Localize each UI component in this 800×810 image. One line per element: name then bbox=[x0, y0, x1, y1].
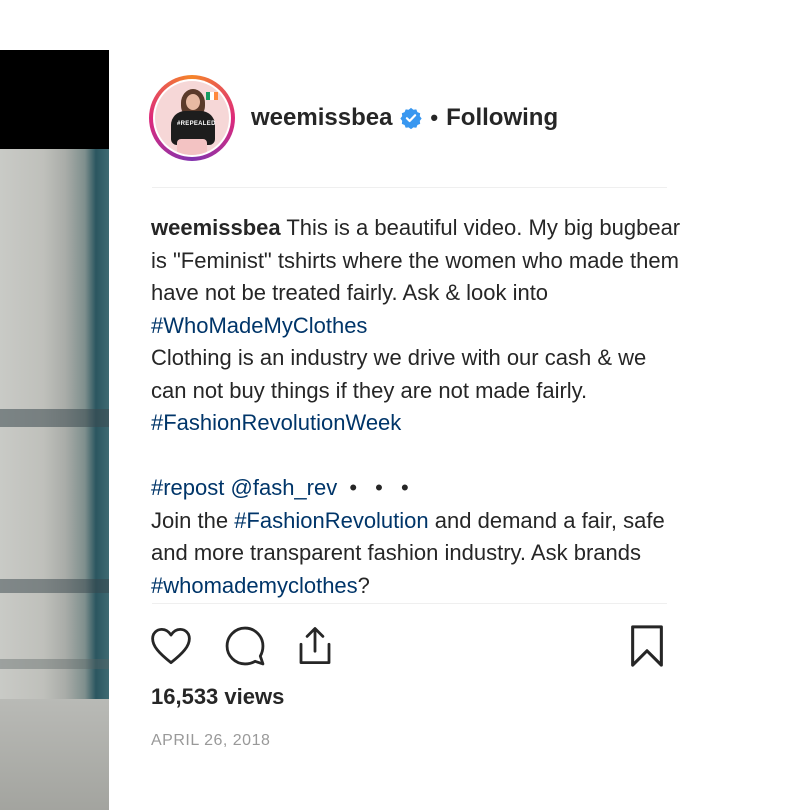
separator-dot: • bbox=[430, 105, 439, 130]
avatar-image: #REPEALED bbox=[155, 81, 229, 155]
caption-username-link[interactable]: weemissbea bbox=[151, 215, 281, 240]
header-divider bbox=[152, 187, 667, 188]
comment-bubble-icon[interactable] bbox=[223, 624, 267, 668]
mention-link[interactable]: @fash_rev bbox=[231, 475, 338, 500]
post-date[interactable]: APRIL 26, 2018 bbox=[151, 732, 270, 750]
avatar-shirt-text: #REPEALED bbox=[177, 121, 216, 127]
action-bar bbox=[151, 624, 667, 668]
heart-icon[interactable] bbox=[149, 624, 193, 668]
more-dots[interactable]: • • • bbox=[349, 475, 414, 500]
hashtag-link[interactable]: #WhoMadeMyClothes bbox=[151, 313, 367, 338]
following-button[interactable]: Following bbox=[446, 104, 558, 132]
caption-text-3: Join the bbox=[151, 507, 229, 533]
video-frame bbox=[0, 149, 109, 810]
view-count[interactable]: 16,533 views bbox=[151, 684, 284, 710]
verified-badge-icon bbox=[400, 107, 423, 129]
username-link[interactable]: weemissbea bbox=[251, 104, 392, 132]
hashtag-link[interactable]: #whomademyclothes bbox=[151, 573, 358, 598]
caption-divider bbox=[152, 603, 667, 604]
post-side-panel: #REPEALED weemissbea • Following weemiss… bbox=[109, 50, 800, 800]
post-header: #REPEALED weemissbea • Following bbox=[149, 72, 800, 164]
user-line: weemissbea • Following bbox=[251, 104, 558, 132]
avatar[interactable]: #REPEALED bbox=[153, 79, 231, 157]
hashtag-link[interactable]: #FashionRevolutionWeek bbox=[151, 410, 401, 435]
caption: weemissbea This is a beautiful video. My… bbox=[151, 212, 681, 602]
hashtag-link[interactable]: #repost bbox=[151, 475, 224, 500]
share-upload-icon[interactable] bbox=[293, 624, 337, 668]
ireland-flag-icon bbox=[206, 92, 218, 100]
video-player[interactable] bbox=[0, 50, 109, 810]
caption-text-5: ? bbox=[357, 572, 370, 598]
hashtag-link[interactable]: #FashionRevolution bbox=[234, 508, 428, 533]
story-ring[interactable]: #REPEALED bbox=[149, 75, 235, 161]
caption-text-2: Clothing is an industry we drive with ou… bbox=[151, 345, 647, 403]
bookmark-icon[interactable] bbox=[625, 624, 669, 668]
